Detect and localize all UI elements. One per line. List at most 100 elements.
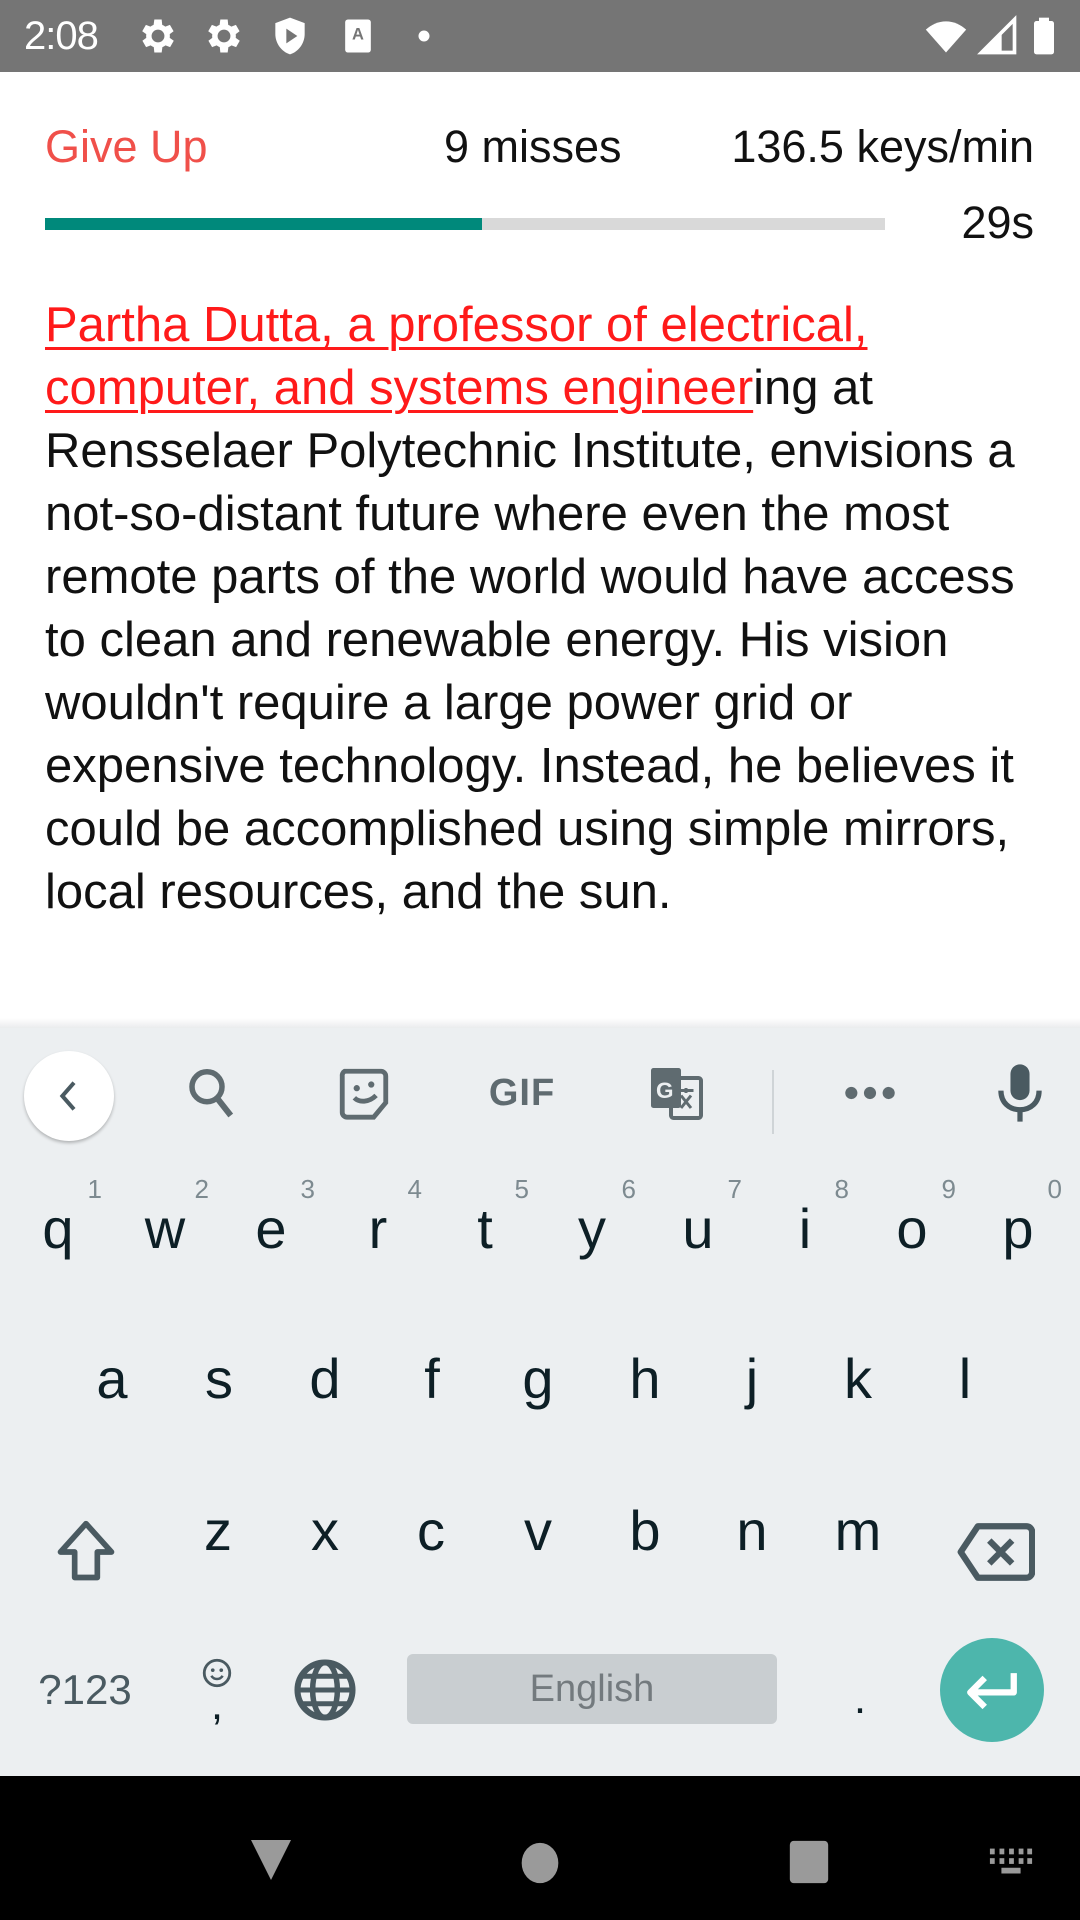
key-hint: 9: [941, 1174, 956, 1204]
more-options-button[interactable]: [828, 1028, 912, 1158]
key-o[interactable]: o9: [862, 1168, 962, 1288]
key-label: u: [682, 1196, 714, 1260]
shift-icon: [57, 1520, 115, 1581]
status-bar: 2:08 A: [0, 0, 1080, 72]
key-label: y: [578, 1196, 606, 1260]
key-d[interactable]: d: [275, 1318, 375, 1438]
key-z[interactable]: z: [168, 1470, 268, 1590]
search-button[interactable]: [170, 1028, 254, 1158]
key-label: q: [42, 1196, 74, 1260]
shift-key[interactable]: [30, 1492, 142, 1612]
key-label: e: [255, 1196, 287, 1260]
battery-icon: [1034, 17, 1054, 55]
space-key[interactable]: English: [407, 1654, 777, 1724]
remaining-text: ing at Rensselaer Polytechnic Institute,…: [45, 361, 1015, 919]
backspace-key[interactable]: [940, 1492, 1050, 1612]
key-hint: 7: [727, 1174, 742, 1204]
symbols-key[interactable]: ?123: [20, 1638, 150, 1742]
more-icon: [845, 1086, 895, 1100]
enter-key[interactable]: [940, 1638, 1044, 1742]
key-q[interactable]: q1: [8, 1168, 108, 1288]
key-s[interactable]: s: [169, 1318, 269, 1438]
cell-signal-icon: [977, 15, 1017, 55]
status-time: 2:08: [24, 14, 99, 58]
key-hint: 5: [514, 1174, 529, 1204]
sticker-icon: [339, 1068, 389, 1120]
key-n[interactable]: n: [702, 1470, 802, 1590]
recents-nav-icon[interactable]: [786, 1838, 832, 1886]
give-up-button[interactable]: Give Up: [45, 120, 208, 174]
translate-icon: G: [651, 1068, 703, 1120]
play-protect-icon: [275, 17, 305, 55]
svg-text:G: G: [656, 1078, 674, 1103]
key-hint: 4: [407, 1174, 422, 1204]
svg-text:A: A: [352, 26, 364, 44]
collapse-toolbar-button[interactable]: [24, 1051, 114, 1141]
key-u[interactable]: u7: [648, 1168, 748, 1288]
key-f[interactable]: f: [382, 1318, 482, 1438]
key-label: p: [1002, 1196, 1034, 1260]
key-j[interactable]: j: [702, 1318, 802, 1438]
typing-practice-screen: Give Up 9 misses 136.5 keys/min 29s Part…: [0, 72, 1080, 1020]
keyboard-switch-icon[interactable]: [988, 1846, 1034, 1878]
typing-passage[interactable]: Partha Dutta, a professor of electrical,…: [45, 294, 1045, 924]
key-r[interactable]: r4: [328, 1168, 428, 1288]
settings-icon: [208, 19, 240, 53]
time-progress-bar: [45, 218, 885, 230]
search-icon: [189, 1069, 234, 1118]
backspace-icon: [957, 1523, 1035, 1581]
gif-button[interactable]: GIF: [472, 1028, 572, 1158]
translate-button[interactable]: G: [634, 1028, 718, 1158]
enter-icon: [967, 1673, 1017, 1710]
wifi-icon: [925, 21, 967, 53]
key-h[interactable]: h: [595, 1318, 695, 1438]
key-label: i: [798, 1196, 812, 1260]
key-hint: 3: [300, 1174, 315, 1204]
typed-text: Partha Dutta, a professor of electrical,…: [45, 298, 868, 415]
key-c[interactable]: c: [381, 1470, 481, 1590]
key-e[interactable]: e3: [221, 1168, 321, 1288]
globe-icon: [294, 1659, 356, 1721]
accessibility-icon: A: [345, 19, 371, 53]
key-hint: 8: [834, 1174, 849, 1204]
time-remaining: 29s: [961, 197, 1034, 248]
time-progress-fill: [45, 218, 482, 230]
voice-input-button[interactable]: [980, 1028, 1060, 1158]
key-hint: 2: [194, 1174, 209, 1204]
key-hint: 1: [87, 1174, 102, 1204]
key-y[interactable]: y6: [542, 1168, 642, 1288]
key-label: r: [368, 1196, 388, 1260]
home-nav-icon[interactable]: [518, 1840, 562, 1886]
sticker-button[interactable]: [322, 1028, 406, 1158]
key-t[interactable]: t5: [435, 1168, 535, 1288]
key-hint: 6: [621, 1174, 636, 1204]
mic-icon: [998, 1064, 1042, 1122]
key-v[interactable]: v: [488, 1470, 588, 1590]
typing-speed: 136.5 keys/min: [731, 121, 1034, 172]
dot-icon: [418, 30, 430, 42]
comma-key[interactable]: ,: [180, 1628, 254, 1748]
back-nav-icon[interactable]: [246, 1836, 296, 1884]
comma-label: ,: [210, 1680, 224, 1729]
language-key[interactable]: [280, 1638, 370, 1742]
key-label: t: [477, 1196, 493, 1260]
misses-count: 9 misses: [444, 121, 622, 172]
key-label: w: [144, 1196, 186, 1260]
settings-icon: [142, 19, 174, 53]
key-a[interactable]: a: [62, 1318, 162, 1438]
key-i[interactable]: i8: [755, 1168, 855, 1288]
key-label: o: [896, 1196, 928, 1260]
period-key[interactable]: .: [820, 1638, 900, 1742]
key-hint: 0: [1047, 1174, 1062, 1204]
key-k[interactable]: k: [808, 1318, 908, 1438]
navigation-bar: [0, 1776, 1080, 1920]
soft-keyboard: GIF G q1w2e3r4t5y6u7i8o9p0 asdfghjkl zxc…: [0, 1028, 1080, 1776]
chevron-left-icon: [59, 1081, 76, 1111]
key-b[interactable]: b: [595, 1470, 695, 1590]
key-l[interactable]: l: [915, 1318, 1015, 1438]
key-g[interactable]: g: [488, 1318, 588, 1438]
key-x[interactable]: x: [275, 1470, 375, 1590]
key-p[interactable]: p0: [968, 1168, 1068, 1288]
key-m[interactable]: m: [808, 1470, 908, 1590]
key-w[interactable]: w2: [115, 1168, 215, 1288]
